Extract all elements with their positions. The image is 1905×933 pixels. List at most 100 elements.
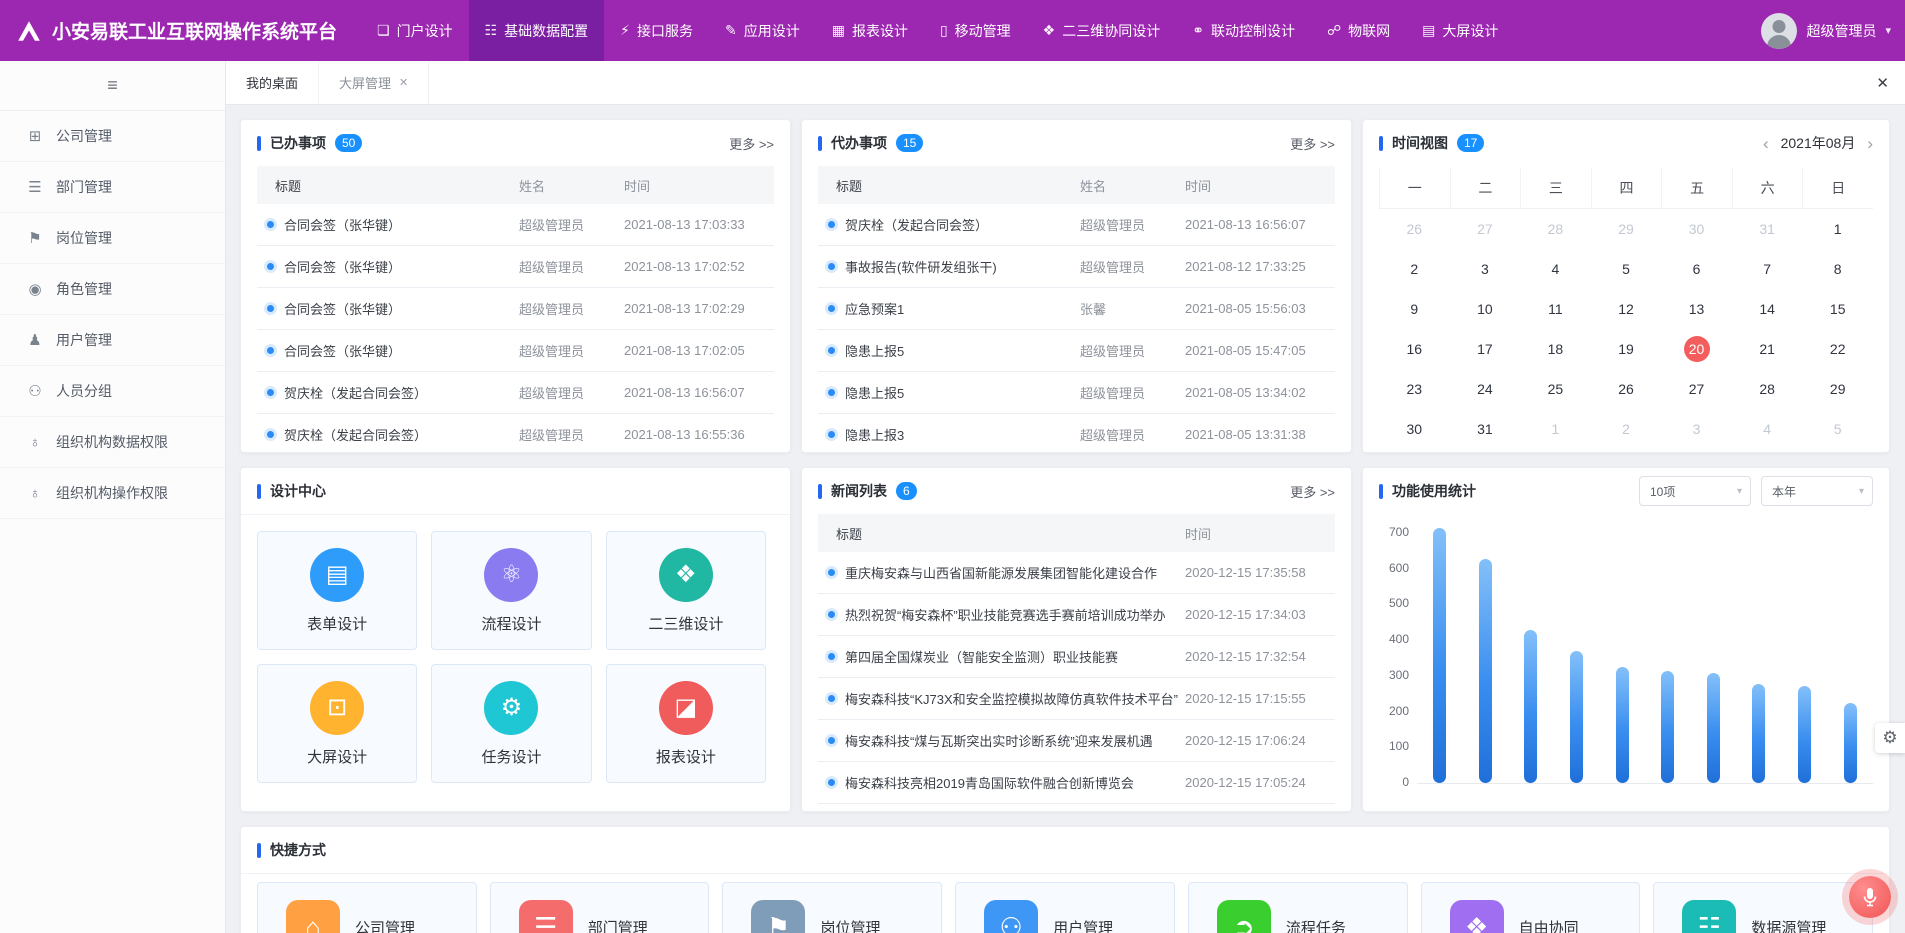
table-row[interactable]: 贺庆栓（发起合同会签） 超级管理员 2021-08-13 16:56:07 [257,372,774,414]
calendar-day[interactable]: 4 [1732,409,1803,449]
tab-close-icon[interactable]: ✕ [399,76,408,89]
table-row[interactable]: 隐患上报5 超级管理员 2021-08-05 13:34:02 [818,372,1335,414]
calendar-day[interactable]: 22 [1802,329,1873,369]
calendar-day[interactable]: 10 [1450,289,1521,329]
filter-select[interactable]: 10项 ▾ [1639,476,1751,506]
sidebar-item[interactable]: ⊞ 公司管理 [0,111,225,162]
calendar-day[interactable]: 14 [1732,289,1803,329]
calendar-day[interactable]: 13 [1661,289,1732,329]
calendar-day[interactable]: 2 [1379,249,1450,289]
topnav-item[interactable]: ▤ 大屏设计 [1406,0,1514,61]
table-row[interactable]: 贺庆栓（发起合同会签） 超级管理员 2021-08-13 16:55:36 [257,414,774,453]
calendar-day[interactable]: 26 [1379,209,1450,249]
calendar-day[interactable]: 5 [1591,249,1662,289]
workspace-tab[interactable]: 大屏管理 ✕ [319,61,429,104]
calendar-day[interactable]: 18 [1520,329,1591,369]
news-row[interactable]: 梅安森科技“煤与瓦斯突出实时诊断系统”迎来发展机遇 2020-12-15 17:… [818,720,1335,762]
table-row[interactable]: 合同会签（张华键） 超级管理员 2021-08-13 17:02:52 [257,246,774,288]
calendar-day[interactable]: 8 [1802,249,1873,289]
more-link[interactable]: 更多 >> [1290,482,1335,501]
calendar-day[interactable]: 26 [1591,369,1662,409]
design-tile[interactable]: ⊡ 大屏设计 [257,664,417,783]
design-tile[interactable]: ◪ 报表设计 [606,664,766,783]
shortcut-item[interactable]: ⌂ 公司管理 [257,882,477,933]
sidebar-item[interactable]: ⚑ 岗位管理 [0,213,225,264]
table-row[interactable]: 合同会签（张华键） 超级管理员 2021-08-13 17:02:05 [257,330,774,372]
calendar-day[interactable]: 11 [1520,289,1591,329]
calendar-day[interactable]: 29 [1591,209,1662,249]
calendar-day[interactable]: 1 [1802,209,1873,249]
workspace-tab[interactable]: 我的桌面 [226,61,319,104]
calendar-day[interactable]: 19 [1591,329,1662,369]
calendar-day[interactable]: 27 [1450,209,1521,249]
shortcut-item[interactable]: ⚑ 岗位管理 [722,882,942,933]
design-tile[interactable]: ▤ 表单设计 [257,531,417,650]
calendar-day[interactable]: 31 [1732,209,1803,249]
calendar-day[interactable]: 23 [1379,369,1450,409]
calendar-day[interactable]: 30 [1379,409,1450,449]
calendar-day[interactable]: 28 [1732,369,1803,409]
topnav-item[interactable]: ❏ 门户设计 [361,0,469,61]
news-row[interactable]: 第四届全国煤炭业（智能安全监测）职业技能赛 2020-12-15 17:32:5… [818,636,1335,678]
shortcut-item[interactable]: ❖ 自由协同 [1421,882,1641,933]
calendar-day[interactable]: 31 [1450,409,1521,449]
shortcut-item[interactable]: ⚇ 用户管理 [955,882,1175,933]
calendar-day[interactable]: 5 [1802,409,1873,449]
table-row[interactable]: 隐患上报3 超级管理员 2021-08-05 13:31:38 [818,414,1335,453]
filter-select[interactable]: 本年 ▾ [1761,476,1873,506]
sidebar-item[interactable]: ◉ 角色管理 [0,264,225,315]
calendar-day[interactable]: 27 [1661,369,1732,409]
voice-assistant-button[interactable] [1849,876,1891,918]
table-row[interactable]: 贺庆栓（发起合同会签） 超级管理员 2021-08-13 16:56:07 [818,204,1335,246]
sidebar-item[interactable]: ⚇ 人员分组 [0,366,225,417]
calendar-day[interactable]: 1 [1520,409,1591,449]
calendar-day[interactable]: 30 [1661,209,1732,249]
topnav-item[interactable]: ❖ 二三维协同设计 [1027,0,1177,61]
calendar-day[interactable]: 16 [1379,329,1450,369]
table-row[interactable]: 合同会签（张华键） 超级管理员 2021-08-13 17:03:33 [257,204,774,246]
news-row[interactable]: 梅安森科技亮相2019青岛国际软件融合创新博览会 2020-12-15 17:0… [818,762,1335,804]
more-link[interactable]: 更多 >> [1290,134,1335,153]
topnav-item[interactable]: ▦ 报表设计 [816,0,924,61]
sidebar-item[interactable]: ♁ 组织机构数据权限 [0,417,225,468]
calendar-day[interactable]: 24 [1450,369,1521,409]
news-row[interactable]: 热烈祝贺“梅安森杯”职业技能竞赛选手赛前培训成功举办 2020-12-15 17… [818,594,1335,636]
topnav-item[interactable]: ☍ 物联网 [1311,0,1406,61]
calendar-day[interactable]: 2 [1591,409,1662,449]
calendar-day[interactable]: 15 [1802,289,1873,329]
table-row[interactable]: 事故报告(软件研发组张干) 超级管理员 2021-08-12 17:33:25 [818,246,1335,288]
sidebar-collapse-button[interactable]: ≡ [0,61,225,111]
more-link[interactable]: 更多 >> [729,134,774,153]
design-tile[interactable]: ⚙ 任务设计 [431,664,591,783]
shortcut-item[interactable]: ➲ 流程任务 [1188,882,1408,933]
calendar-day[interactable]: 6 [1661,249,1732,289]
topnav-item[interactable]: ⚭ 联动控制设计 [1176,0,1311,61]
calendar-day[interactable]: 17 [1450,329,1521,369]
calendar-day[interactable]: 3 [1661,409,1732,449]
table-row[interactable]: 隐患上报5 超级管理员 2021-08-05 15:47:05 [818,330,1335,372]
sidebar-item[interactable]: ♟ 用户管理 [0,315,225,366]
shortcut-item[interactable]: ☰ 部门管理 [490,882,710,933]
calendar-day[interactable]: 25 [1520,369,1591,409]
calendar-day[interactable]: 4 [1520,249,1591,289]
design-tile[interactable]: ⚛ 流程设计 [431,531,591,650]
calendar-day[interactable]: 20 [1661,329,1732,369]
calendar-day[interactable]: 21 [1732,329,1803,369]
sidebar-item[interactable]: ☰ 部门管理 [0,162,225,213]
calendar-day[interactable]: 12 [1591,289,1662,329]
user-menu[interactable]: 超级管理员 ▾ [1747,0,1905,61]
table-row[interactable]: 应急预案1 张馨 2021-08-05 15:56:03 [818,288,1335,330]
design-tile[interactable]: ❖ 二三维设计 [606,531,766,650]
calendar-day[interactable]: 29 [1802,369,1873,409]
news-row[interactable]: 梅安森科技“KJ73X和安全监控模拟故障仿真软件技术平台” 2020-12-15… [818,678,1335,720]
calendar-next-icon[interactable]: › [1867,135,1873,152]
calendar-prev-icon[interactable]: ‹ [1763,135,1769,152]
calendar-day[interactable]: 3 [1450,249,1521,289]
topnav-item[interactable]: ✎ 应用设计 [709,0,816,61]
news-row[interactable]: 重庆梅安森与山西省国新能源发展集团智能化建设合作 2020-12-15 17:3… [818,552,1335,594]
close-all-tabs-icon[interactable]: ✕ [1860,74,1905,92]
table-row[interactable]: 合同会签（张华键） 超级管理员 2021-08-13 17:02:29 [257,288,774,330]
topnav-item[interactable]: ⚡ 接口服务 [604,0,709,61]
topnav-item[interactable]: ☷ 基础数据配置 [469,0,605,61]
calendar-day[interactable]: 28 [1520,209,1591,249]
